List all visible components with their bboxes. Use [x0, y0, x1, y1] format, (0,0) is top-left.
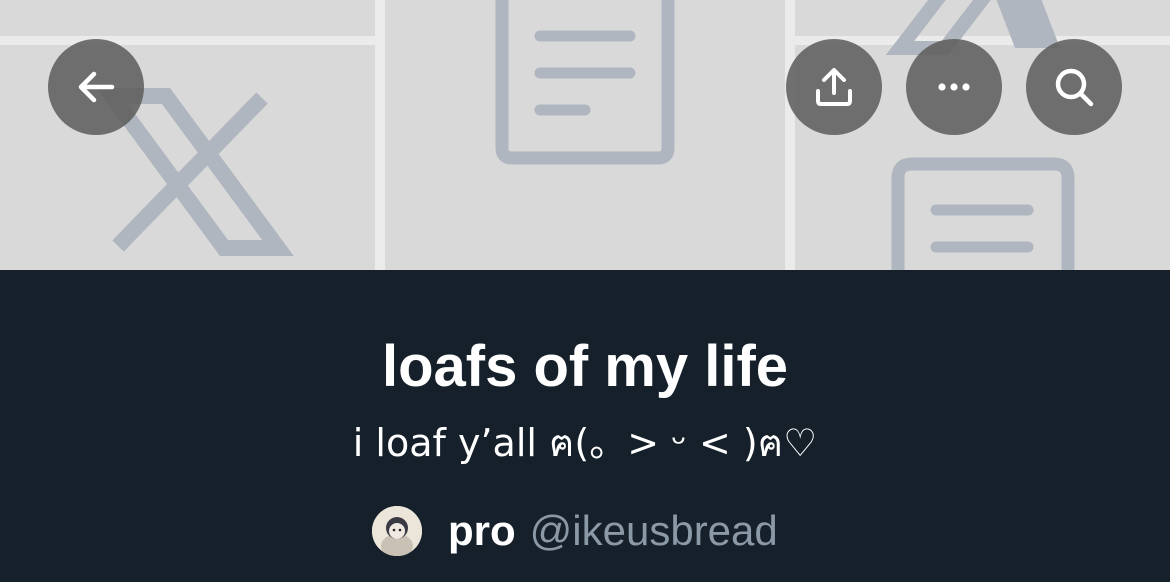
x-logo-icon: [96, 88, 294, 256]
share-button[interactable]: [786, 39, 882, 135]
document-icon: [891, 157, 1075, 270]
document-icon: [495, 0, 675, 165]
share-upload-icon: [816, 68, 852, 106]
list-info: loafs of my life i loaf y’all ฅ(。> ᵕ < )…: [0, 270, 1170, 582]
list-title: loafs of my life: [381, 334, 789, 399]
list-description: i loaf y’all ฅ(。> ᵕ < )ฅ♡: [352, 421, 818, 465]
arrow-left-icon: [78, 71, 115, 103]
owner-display-name[interactable]: pro: [448, 507, 516, 555]
search-icon: [1055, 68, 1094, 107]
more-horizontal-icon: [938, 83, 970, 91]
banner-pattern: [0, 0, 1170, 270]
list-banner: [0, 0, 1170, 270]
avatar[interactable]: [372, 506, 422, 556]
back-button[interactable]: [48, 39, 144, 135]
more-options-button[interactable]: [906, 39, 1002, 135]
list-owner[interactable]: pro @ikeusbread: [372, 503, 778, 559]
owner-handle[interactable]: @ikeusbread: [530, 507, 778, 555]
search-button[interactable]: [1026, 39, 1122, 135]
avatar-image: [372, 506, 422, 556]
